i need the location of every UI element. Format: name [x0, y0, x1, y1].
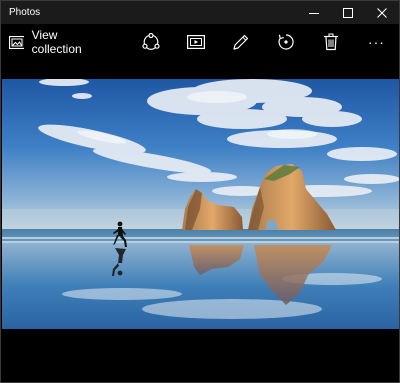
slideshow-icon: [186, 35, 205, 49]
photo-viewer[interactable]: [1, 60, 399, 382]
share-icon: [142, 33, 160, 50]
delete-button[interactable]: [309, 24, 354, 60]
beach-photo: [2, 79, 399, 329]
toolbar: View collection ···: [1, 24, 399, 60]
rotate-icon: [278, 34, 294, 50]
maximize-button[interactable]: [331, 1, 365, 24]
share-button[interactable]: [128, 24, 173, 60]
minimize-button[interactable]: [297, 1, 331, 24]
collection-icon: [9, 35, 24, 49]
close-icon: [377, 7, 387, 18]
pencil-icon: [233, 34, 249, 50]
view-collection-label: View collection: [31, 28, 82, 56]
maximize-icon: [343, 7, 353, 18]
edit-button[interactable]: [218, 24, 263, 60]
trash-icon: [324, 33, 339, 51]
photos-window: Photos View collection ···: [0, 0, 400, 383]
slideshow-button[interactable]: [173, 24, 218, 60]
app-title: Photos: [9, 7, 41, 18]
title-bar[interactable]: Photos: [1, 1, 399, 24]
minimize-icon: [309, 12, 319, 14]
view-collection-button[interactable]: View collection: [1, 24, 114, 60]
more-options-button[interactable]: ···: [354, 24, 399, 60]
close-button[interactable]: [365, 1, 399, 24]
rotate-button[interactable]: [264, 24, 309, 60]
